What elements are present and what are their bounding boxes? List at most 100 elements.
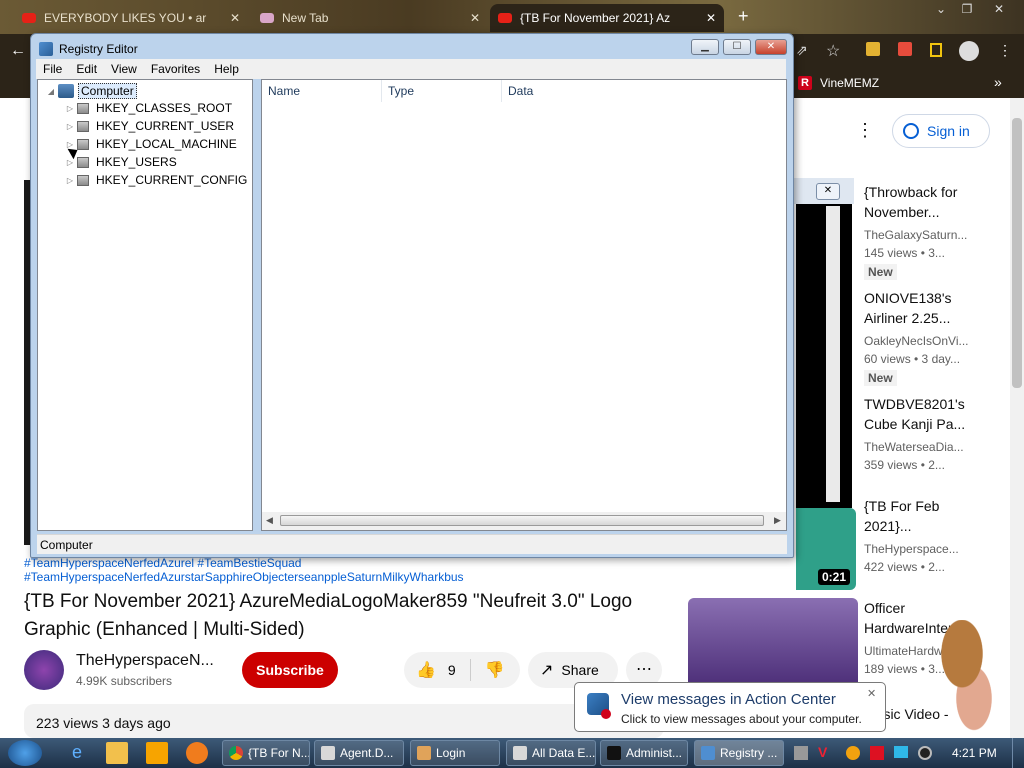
action-center-flag-icon[interactable] xyxy=(870,746,884,760)
taskbar-item-registry[interactable]: Registry ... xyxy=(694,740,784,766)
dislike-icon[interactable]: 👎 xyxy=(485,660,505,680)
related-video-thumbnail[interactable] xyxy=(688,598,858,688)
youtube-icon xyxy=(22,13,36,23)
star-icon[interactable]: ☆ xyxy=(826,41,840,61)
restore-icon[interactable]: ❐ xyxy=(956,2,978,20)
tree-node-hkcr[interactable]: ▷ HKEY_CLASSES_ROOT xyxy=(63,101,232,115)
registry-editor-window[interactable]: Registry Editor ▁ ☐ ✕ File Edit View Fav… xyxy=(30,33,794,558)
show-desktop-button[interactable] xyxy=(1012,738,1024,768)
column-header-data[interactable]: Data xyxy=(502,80,786,102)
expand-arrow-icon[interactable]: ▷ xyxy=(63,122,77,131)
maximize-icon[interactable]: ☐ xyxy=(723,39,751,55)
share-icon[interactable]: ⇗ xyxy=(796,42,808,59)
explorer-folder-icon[interactable] xyxy=(106,742,128,764)
related-video-title[interactable]: {Throwback for November... xyxy=(864,182,994,222)
action-center-balloon[interactable]: View messages in Action Center Click to … xyxy=(574,682,886,732)
tab-everybody-likes-you[interactable]: EVERYBODY LIKES YOU • ar ✕ xyxy=(14,4,248,32)
taskbar-item-agent[interactable]: Agent.D... xyxy=(314,740,404,766)
like-icon[interactable]: 👍 xyxy=(416,660,436,680)
behind-window-scrollbar[interactable] xyxy=(826,206,840,502)
related-video-channel[interactable]: TheHyperspace... xyxy=(864,542,959,556)
channel-name[interactable]: TheHyperspaceN... xyxy=(76,652,214,670)
page-scrollbar[interactable] xyxy=(1010,98,1024,738)
scroll-right-icon: ▶ xyxy=(774,515,781,525)
horizontal-scrollbar[interactable]: ◀ ▶ xyxy=(262,512,786,530)
internet-explorer-icon[interactable]: e xyxy=(66,742,88,764)
close-icon[interactable]: ✕ xyxy=(755,39,787,55)
close-icon[interactable]: ✕ xyxy=(816,183,840,200)
column-header-type[interactable]: Type xyxy=(382,80,502,102)
balloon-body: Click to view messages about your comput… xyxy=(621,712,862,726)
hashtags[interactable]: #TeamHyperspaceNerfedAzurstarSapphireObj… xyxy=(24,570,464,584)
registry-tree[interactable]: ◢ Computer ▷ HKEY_CLASSES_ROOT ▷ HKEY_CU… xyxy=(37,79,253,531)
tree-node-hku[interactable]: ▷ HKEY_USERS xyxy=(63,155,177,169)
related-video-title[interactable]: ONIOVE138's Airliner 2.25... xyxy=(864,288,994,328)
share-label: Share xyxy=(561,662,599,678)
profile-icon[interactable] xyxy=(959,41,979,61)
sign-in-label: Sign in xyxy=(927,123,970,139)
back-icon[interactable]: ← xyxy=(10,42,26,60)
related-video-channel[interactable]: OakleyNecIsOnVi... xyxy=(864,334,968,348)
extension-icon[interactable] xyxy=(866,42,880,56)
menu-favorites[interactable]: Favorites xyxy=(144,62,207,76)
menu-view[interactable]: View xyxy=(104,62,144,76)
hashtags[interactable]: #TeamHyperspaceNerfedAzurel #TeamBestieS… xyxy=(24,556,301,570)
sign-in-button[interactable]: Sign in xyxy=(892,114,990,148)
column-header-name[interactable]: Name xyxy=(262,80,382,102)
expand-arrow-icon[interactable]: ▷ xyxy=(63,176,77,185)
app-icon[interactable] xyxy=(186,742,208,764)
description-box[interactable]: 223 views 3 days ago xyxy=(24,704,664,738)
clock[interactable]: 4:21 PM xyxy=(952,746,997,760)
menu-help[interactable]: Help xyxy=(207,62,246,76)
related-video-channel[interactable]: TheWaterseaDia... xyxy=(864,440,964,454)
close-icon[interactable]: ✕ xyxy=(867,687,876,700)
window-title: Registry Editor xyxy=(59,42,138,56)
close-tab-icon[interactable]: ✕ xyxy=(224,11,240,25)
media-player-icon[interactable] xyxy=(146,742,168,764)
tray-icon[interactable] xyxy=(846,746,860,760)
expand-arrow-icon[interactable]: ▷ xyxy=(63,104,77,113)
extension-icon[interactable] xyxy=(898,42,912,56)
minimize-icon[interactable]: ▁ xyxy=(691,39,719,55)
bookmark-vinememz[interactable]: VineMEMZ xyxy=(820,76,879,90)
volume-icon[interactable] xyxy=(918,746,932,760)
folder-icon xyxy=(77,174,89,186)
taskbar-item-chrome[interactable]: {TB For N... xyxy=(222,740,310,766)
close-icon[interactable]: ✕ xyxy=(988,2,1010,20)
related-video-channel[interactable]: TheGalaxySaturn... xyxy=(864,228,967,242)
related-video-title[interactable]: {TB For Feb 2021}... xyxy=(864,496,994,536)
menu-file[interactable]: File xyxy=(36,62,69,76)
taskbar-item-login[interactable]: Login xyxy=(410,740,500,766)
more-options-icon[interactable]: ⋮ xyxy=(856,120,874,141)
menu-dots-icon[interactable]: ⋮ xyxy=(998,42,1012,59)
tab-tb-november[interactable]: {TB For November 2021} Az ✕ xyxy=(490,4,724,32)
tray-icon[interactable]: V xyxy=(818,744,827,760)
registry-values-list[interactable]: Name Type Data ◀ ▶ xyxy=(261,79,787,531)
collapse-arrow-icon[interactable]: ◢ xyxy=(44,87,58,96)
tree-node-computer[interactable]: ◢ Computer xyxy=(44,83,137,99)
close-tab-icon[interactable]: ✕ xyxy=(464,11,480,25)
expand-arrow-icon[interactable]: ▷ xyxy=(63,158,77,167)
start-button[interactable] xyxy=(8,740,42,766)
sidepanel-icon[interactable] xyxy=(930,43,942,57)
new-tab-button[interactable]: + xyxy=(738,6,749,27)
chevron-down-icon[interactable]: ⌄ xyxy=(930,2,952,20)
close-tab-icon[interactable]: ✕ xyxy=(700,11,716,25)
balloon-title: View messages in Action Center xyxy=(621,691,836,708)
tree-node-hklm[interactable]: ▷ HKEY_LOCAL_MACHINE xyxy=(63,137,237,151)
window-titlebar[interactable]: Registry Editor xyxy=(39,39,138,59)
tab-label: New Tab xyxy=(282,11,329,25)
tray-icon[interactable] xyxy=(794,746,808,760)
taskbar-item-all-data[interactable]: All Data E... xyxy=(506,740,596,766)
tree-node-hkcu[interactable]: ▷ HKEY_CURRENT_USER xyxy=(63,119,234,133)
vinememz-icon: R xyxy=(798,76,812,90)
network-icon[interactable] xyxy=(894,746,908,758)
channel-avatar[interactable] xyxy=(24,650,64,690)
bookmarks-more[interactable]: » xyxy=(994,74,1002,90)
menu-edit[interactable]: Edit xyxy=(69,62,104,76)
tab-new-tab[interactable]: New Tab ✕ xyxy=(252,4,488,32)
tree-node-hkcc[interactable]: ▷ HKEY_CURRENT_CONFIG xyxy=(63,173,247,187)
related-video-title[interactable]: TWDBVE8201's Cube Kanji Pa... xyxy=(864,394,994,434)
subscribe-button[interactable]: Subscribe xyxy=(242,652,338,688)
taskbar-item-administrator[interactable]: Administ... xyxy=(600,740,688,766)
